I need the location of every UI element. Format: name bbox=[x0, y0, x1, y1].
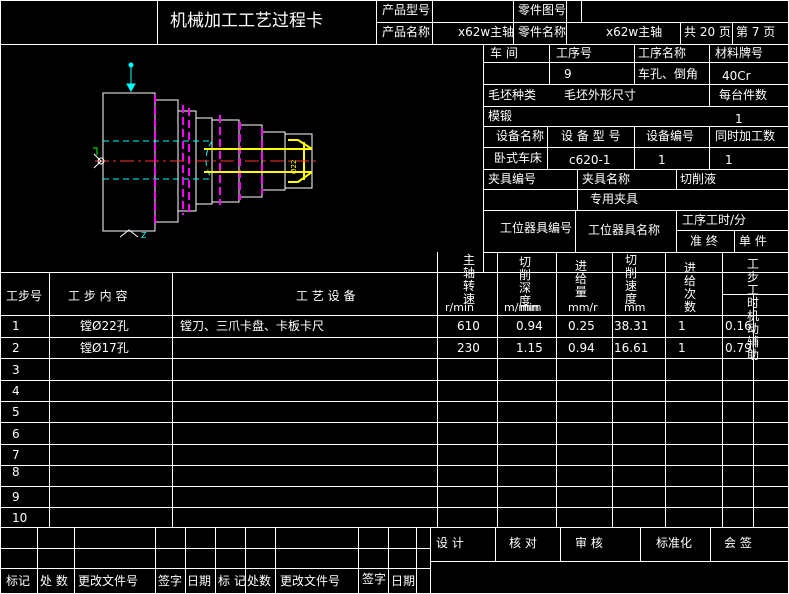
step-spindle: 610 bbox=[457, 319, 480, 333]
step-speed: 38.31 bbox=[614, 319, 649, 333]
workshop-label: 车 间 bbox=[490, 46, 518, 60]
part-name: x62w主轴 bbox=[606, 25, 663, 39]
step-depth: 1.15 bbox=[516, 341, 543, 355]
per-unit-label: 每台件数 bbox=[719, 88, 768, 102]
product-model-label: 产品型号 bbox=[382, 3, 431, 17]
step-feed: 0.94 bbox=[568, 341, 595, 355]
step-no: 1 bbox=[12, 319, 20, 333]
tool-name-label: 工位器具名称 bbox=[588, 223, 661, 237]
footer-sign: 签字 bbox=[158, 574, 183, 588]
equip-model-value: c620-1 bbox=[569, 153, 611, 167]
material-label: 材料牌号 bbox=[715, 46, 764, 60]
product-name: x62w主轴 bbox=[458, 25, 515, 39]
blank-type-label: 毛坯种类 bbox=[488, 88, 537, 102]
page-number: 第 7 页 bbox=[736, 25, 776, 39]
product-name-label: 产品名称 bbox=[382, 25, 431, 39]
col-spindle: 主轴转速 bbox=[462, 253, 475, 306]
col-equipment: 工 艺 设 备 bbox=[296, 289, 356, 303]
footer-design: 设 计 bbox=[436, 536, 464, 550]
tool-no-label: 工位器具编号 bbox=[500, 221, 573, 235]
step-depth: 0.94 bbox=[516, 319, 543, 333]
green-marker bbox=[93, 147, 98, 155]
footer-count-2: 处数 bbox=[247, 574, 272, 588]
step-no: 4 bbox=[12, 384, 20, 398]
step-no: 7 bbox=[12, 448, 20, 462]
prep-label: 准 终 bbox=[690, 234, 718, 248]
step-time: 0.16 bbox=[725, 319, 752, 333]
equip-name-value: 卧式车床 bbox=[494, 151, 543, 165]
material-value: 40Cr bbox=[722, 69, 751, 83]
time-label: 工序工时/分 bbox=[682, 213, 747, 227]
footer-change-doc: 更改文件号 bbox=[78, 574, 139, 588]
step-spindle: 230 bbox=[457, 341, 480, 355]
col-depth-speed-unit: m/min bbox=[504, 301, 540, 314]
footer-check: 核 对 bbox=[509, 536, 537, 550]
workpiece-outline bbox=[102, 92, 313, 232]
footer-date-2: 日期 bbox=[391, 574, 416, 588]
col-step-content: 工 步 内 容 bbox=[68, 289, 128, 303]
dimension-label: Ø22 bbox=[290, 160, 298, 174]
step-no: 8 bbox=[12, 465, 20, 479]
op-name-label: 工序名称 bbox=[638, 46, 687, 60]
op-name-value: 车孔、倒角 bbox=[638, 67, 699, 81]
simul-value: 1 bbox=[725, 153, 733, 167]
footer-mark: 标记 bbox=[6, 574, 31, 588]
per-unit-value: 1 bbox=[735, 112, 743, 126]
step-passes: 1 bbox=[678, 341, 686, 355]
step-equipment: 镗刀、三爪卡盘、卡板卡尺 bbox=[180, 319, 325, 333]
step-speed: 16.61 bbox=[614, 341, 649, 355]
col-step-no: 工步号 bbox=[6, 289, 43, 303]
svg-text:Z: Z bbox=[141, 231, 147, 240]
fixture-name-value: 专用夹具 bbox=[590, 192, 639, 206]
unit-label: 单 件 bbox=[739, 234, 767, 248]
step-content: 镗Ø17孔 bbox=[80, 341, 129, 355]
step-no: 10 bbox=[12, 511, 28, 525]
col-feed: 进给量 bbox=[574, 259, 587, 299]
equip-name-label: 设备名称 bbox=[496, 129, 545, 143]
footer-standard: 标准化 bbox=[656, 536, 693, 550]
equip-no-label: 设备编号 bbox=[646, 129, 695, 143]
step-content: 镗Ø22孔 bbox=[80, 319, 129, 333]
col-spindle-unit: r/min bbox=[445, 301, 474, 314]
col-speed-unit: mm bbox=[624, 301, 646, 314]
clamp-arrow bbox=[126, 62, 136, 93]
step-no: 9 bbox=[12, 490, 20, 504]
col-feed-unit: mm/r bbox=[568, 301, 598, 314]
blank-size-label: 毛坯外形尺寸 bbox=[564, 88, 637, 102]
simul-label: 同时加工数 bbox=[715, 129, 776, 143]
fixture-name-label: 夹具名称 bbox=[582, 172, 631, 186]
step-no: 6 bbox=[12, 427, 20, 441]
op-no-value: 9 bbox=[564, 67, 572, 81]
step-passes: 1 bbox=[678, 319, 686, 333]
axis-z-label: Z bbox=[141, 231, 147, 240]
equip-model-label: 设 备 型 号 bbox=[561, 129, 621, 143]
col-speed: 切削速度 bbox=[624, 253, 637, 306]
svg-text:Ø22: Ø22 bbox=[290, 160, 298, 174]
part-drawing-label: 零件图号 bbox=[518, 3, 567, 17]
footer-date: 日期 bbox=[187, 574, 212, 588]
equip-no-value: 1 bbox=[658, 153, 666, 167]
step-time: 0.79 bbox=[725, 341, 752, 355]
card-title: 机械加工工艺过程卡 bbox=[170, 11, 323, 31]
footer-mark-2: 标 记 bbox=[218, 574, 246, 588]
footer-review: 审 核 bbox=[575, 536, 603, 550]
blank-type-value: 模锻 bbox=[488, 109, 513, 123]
footer-change-doc-2: 更改文件号 bbox=[280, 574, 341, 588]
step-no: 3 bbox=[12, 363, 20, 377]
footer-countersign: 会 签 bbox=[724, 536, 752, 550]
section-marks bbox=[154, 95, 263, 225]
process-drawing: Z Ø22 bbox=[93, 62, 320, 240]
col-passes: 进给次数 bbox=[683, 261, 696, 314]
coolant-label: 切削液 bbox=[680, 172, 717, 186]
part-name-label: 零件名称 bbox=[518, 25, 567, 39]
total-pages: 共 20 页 bbox=[684, 25, 731, 39]
step-feed: 0.25 bbox=[568, 319, 595, 333]
op-no-label: 工序号 bbox=[556, 46, 593, 60]
fixture-no-label: 夹具编号 bbox=[488, 172, 537, 186]
footer-count: 处 数 bbox=[40, 574, 68, 588]
step-no: 2 bbox=[12, 341, 20, 355]
step-no: 5 bbox=[12, 405, 20, 419]
footer-sign-2: 签字 bbox=[362, 572, 387, 586]
